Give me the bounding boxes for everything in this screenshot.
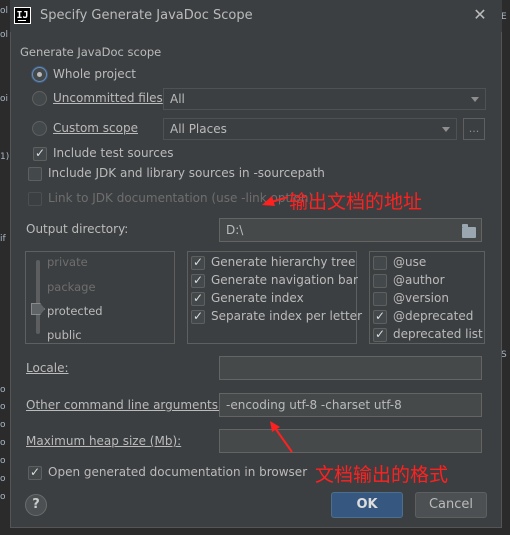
annotation-overlay [262, 196, 293, 453]
annotation-arrow-icon [262, 196, 289, 206]
annotation-arrow-icon [270, 421, 293, 453]
annotation-output-address: 输出文档的地址 [289, 191, 423, 213]
annotation-output-format: 文档输出的格式 [315, 464, 449, 486]
